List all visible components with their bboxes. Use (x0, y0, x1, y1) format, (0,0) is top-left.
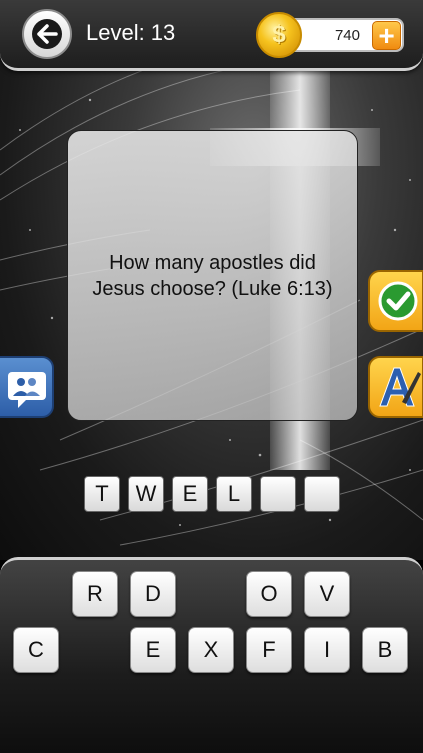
back-button[interactable] (22, 9, 72, 59)
level-indicator: Level: 13 (86, 20, 175, 46)
letter-key[interactable]: V (304, 571, 350, 617)
letter-key[interactable]: F (246, 627, 292, 673)
answer-slot[interactable]: L (216, 476, 252, 512)
checkmark-icon (378, 281, 418, 321)
answer-slot[interactable]: T (84, 476, 120, 512)
level-number: 13 (150, 20, 176, 45)
coin-icon: $ (256, 12, 302, 58)
back-arrow-icon (32, 19, 62, 49)
level-label: Level: (86, 20, 145, 45)
check-answer-button[interactable] (368, 270, 423, 332)
answer-slot[interactable] (260, 476, 296, 512)
letter-keyboard: R D O V C E X F I B (0, 557, 423, 753)
letter-key[interactable]: D (130, 571, 176, 617)
question-text: How many apostles did Jesus choose? (Luk… (92, 251, 333, 300)
top-bar: Level: 13 $ 740 + (0, 0, 423, 71)
letter-key[interactable]: O (246, 571, 292, 617)
answer-slot[interactable]: W (128, 476, 164, 512)
letter-key[interactable]: X (188, 627, 234, 673)
answer-slot[interactable] (304, 476, 340, 512)
letter-hint-icon (379, 367, 421, 407)
plus-icon: + (378, 20, 395, 51)
letter-key[interactable]: C (13, 627, 59, 673)
coin-symbol: $ (272, 21, 286, 48)
letter-hint-button[interactable] (368, 356, 423, 418)
share-friends-button[interactable] (0, 356, 54, 418)
letter-key[interactable]: E (130, 627, 176, 673)
letter-key[interactable]: R (72, 571, 118, 617)
share-friends-icon (8, 372, 46, 408)
coin-count: 740 (334, 27, 360, 44)
question-card: How many apostles did Jesus choose? (Luk… (67, 130, 358, 421)
add-coins-button[interactable]: + (372, 20, 401, 51)
letter-key[interactable]: B (362, 627, 408, 673)
letter-key[interactable]: I (304, 627, 350, 673)
answer-slot[interactable]: E (172, 476, 208, 512)
